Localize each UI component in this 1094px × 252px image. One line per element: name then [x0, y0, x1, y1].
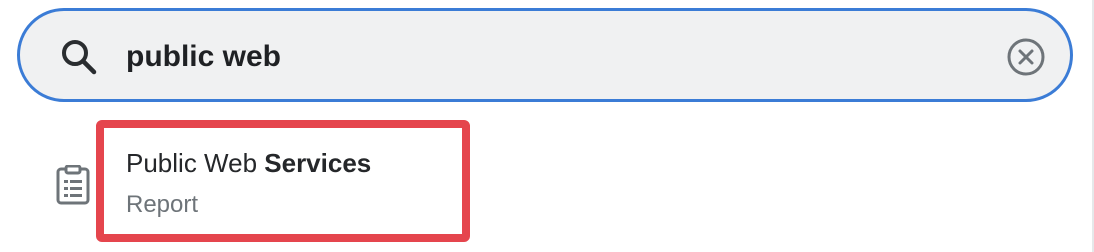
report-clipboard-icon [56, 165, 90, 205]
search-bar[interactable] [17, 8, 1073, 102]
search-input[interactable] [126, 33, 986, 81]
search-page: Public Web Services Report [0, 0, 1094, 252]
clear-search-icon[interactable] [1006, 37, 1046, 77]
result-title-rest: Services [264, 148, 372, 178]
result-title-match: Public Web [126, 148, 258, 178]
search-result-item[interactable]: Public Web Services Report [96, 120, 470, 242]
result-title: Public Web Services [126, 148, 371, 179]
search-icon [62, 40, 97, 75]
result-type-label: Report [126, 191, 199, 218]
